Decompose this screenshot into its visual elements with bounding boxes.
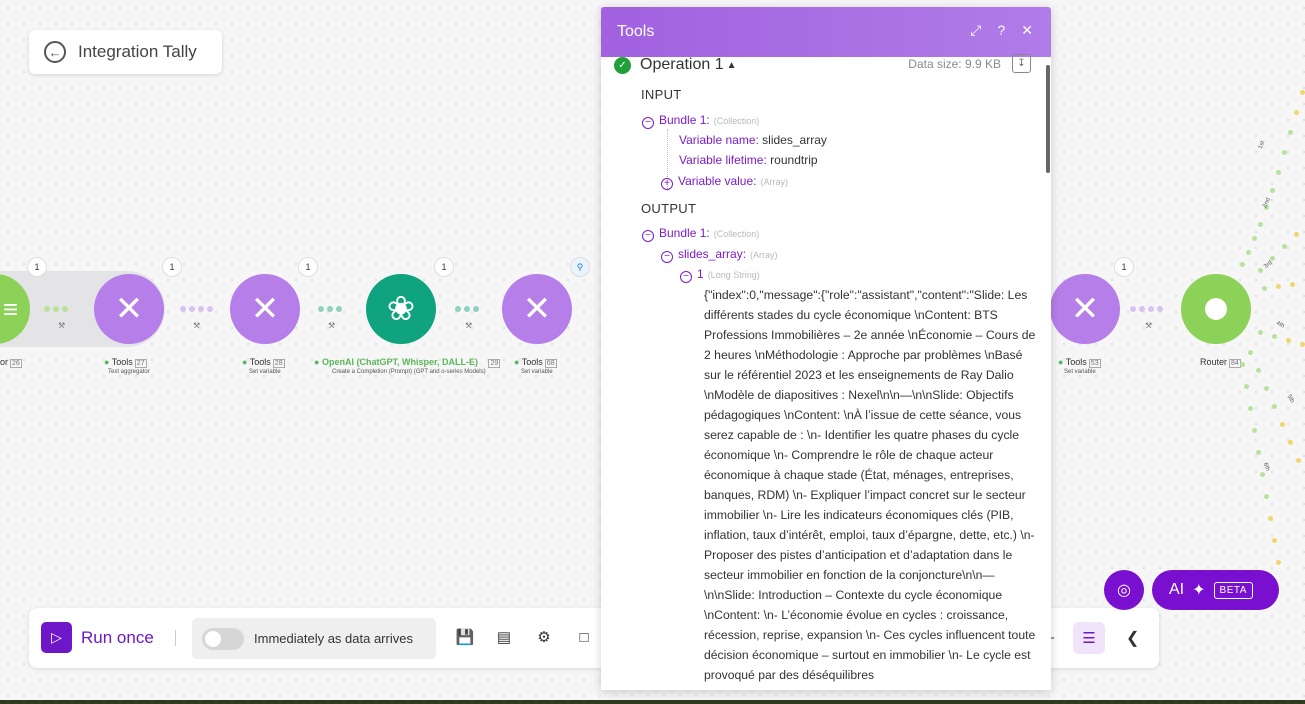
run-once-button[interactable]: ▷ Run once <box>41 622 154 653</box>
tools-node-27[interactable]: ✕ <box>94 274 164 344</box>
close-icon[interactable]: ✕ <box>1021 22 1033 39</box>
node-sublabel: Set variable <box>249 369 281 375</box>
node-label: ● OpenAI (ChatGPT, Whisper, DALL-E) 29 <box>314 357 501 368</box>
check-icon: ✓ <box>614 56 631 74</box>
router-icon <box>1205 298 1227 320</box>
play-icon: ▷ <box>41 622 72 653</box>
connector[interactable] <box>1130 306 1163 312</box>
filter-wrench-icon[interactable]: ⚒ <box>465 321 472 330</box>
lightbulb-icon[interactable]: ◎ <box>1104 570 1144 610</box>
input-heading: INPUT <box>641 87 682 102</box>
node-sublabel: Text aggregator <box>108 369 150 375</box>
collapse-icon[interactable]: − <box>661 251 673 263</box>
slides-array-row[interactable]: − slides_array: (Array) <box>661 247 778 263</box>
schedule-control[interactable]: Immediately as data arrives <box>192 618 436 659</box>
sparkle-icon: ✦ <box>1192 582 1206 599</box>
ops-badge: 1 <box>28 258 46 276</box>
collapse-icon[interactable]: − <box>642 117 654 129</box>
ai-label: AI <box>1169 581 1185 598</box>
ops-badge: 1 <box>299 258 317 276</box>
operation-title: Operation 1 <box>640 56 724 73</box>
node-sublabel: Create a Completion (Prompt) (GPT and o-… <box>332 369 486 375</box>
tools-node-53[interactable]: ✕ <box>1050 274 1120 344</box>
panel-header: Tools ⤢ ? ✕ <box>601 7 1051 57</box>
node-label: Router 84 <box>1200 357 1241 368</box>
var-lifetime-row: Variable lifetime: roundtrip <box>679 153 818 167</box>
back-button[interactable]: ← Integration Tally <box>29 30 222 74</box>
route-label: 2nd <box>1262 197 1272 209</box>
tools-node-68[interactable]: ✕ <box>502 274 572 344</box>
scenario-name: Integration Tally <box>78 42 197 61</box>
node-label: ● Tools 27 <box>104 357 147 368</box>
expand-plus-icon[interactable]: + <box>661 178 673 190</box>
checklist-icon[interactable]: ☰ <box>1073 622 1105 654</box>
collapse-icon[interactable]: − <box>642 230 654 242</box>
panel-body[interactable]: ✓ Operation 1 ▲ Data size: 9.9 KB ↧ INPU… <box>601 54 1051 690</box>
ai-assistant-button[interactable]: AI ✦ BETA <box>1152 570 1279 610</box>
route-label: 4th <box>1275 320 1286 330</box>
route-label: 6th <box>1261 462 1271 472</box>
scrollbar[interactable] <box>1046 65 1050 173</box>
ops-badge: 1 <box>1115 258 1133 276</box>
tools-panel: Tools ⤢ ? ✕ ✓ Operation 1 ▲ Data size: 9… <box>601 7 1051 690</box>
schedule-toggle[interactable] <box>202 627 244 650</box>
divider <box>175 630 176 646</box>
openai-node-29[interactable]: ❀ <box>366 274 436 344</box>
node-label: ● Tools 68 <box>514 357 557 368</box>
filter-wrench-icon[interactable]: ⚒ <box>328 321 335 330</box>
chevron-left-icon[interactable]: ❮ <box>1126 628 1139 648</box>
ops-badge: 1 <box>435 258 453 276</box>
connector[interactable] <box>455 306 479 312</box>
settings-gear-icon[interactable]: ⚙ <box>535 628 553 646</box>
route-label: 3rd <box>1263 259 1274 271</box>
tools-icon: ✕ <box>114 290 144 328</box>
run-once-label: Run once <box>81 627 154 647</box>
filter-wrench-icon[interactable]: ⚒ <box>58 321 65 330</box>
download-icon[interactable]: ↧ <box>1012 54 1031 73</box>
node-label: or 26 <box>0 357 22 368</box>
route-label: 5th <box>1285 393 1295 405</box>
openai-logo-icon: ❀ <box>386 290 416 328</box>
var-value-row[interactable]: + Variable value: (Array) <box>661 174 788 190</box>
panel-title: Tools <box>617 23 655 40</box>
data-size: Data size: 9.9 KB <box>908 57 1001 71</box>
node-sublabel: Set variable <box>1064 369 1096 375</box>
filter-wrench-icon[interactable]: ⚒ <box>1145 321 1152 330</box>
list-icon: ≡ <box>2 293 18 324</box>
node-label: ● Tools 53 <box>1058 357 1101 368</box>
output-heading: OUTPUT <box>641 201 697 216</box>
var-name-row: Variable name: slides_array <box>679 133 827 147</box>
tools-node-28[interactable]: ✕ <box>230 274 300 344</box>
node-label: ● Tools 28 <box>242 357 285 368</box>
tools-icon: ✕ <box>522 290 552 328</box>
router-node-84[interactable] <box>1181 274 1251 344</box>
operation-header[interactable]: ✓ Operation 1 ▲ <box>614 56 737 74</box>
output-bundle-row[interactable]: − Bundle 1: (Collection) <box>642 226 759 242</box>
notes-icon[interactable]: □ <box>575 628 593 646</box>
arrow-left-icon: ← <box>44 41 66 63</box>
filter-wrench-icon[interactable]: ⚒ <box>193 321 200 330</box>
expand-icon[interactable]: ⤢ <box>970 22 981 39</box>
save-icon[interactable]: 💾 <box>456 628 475 646</box>
connector[interactable] <box>318 306 342 312</box>
tools-icon: ✕ <box>250 290 280 328</box>
caret-up-icon: ▲ <box>726 59 737 71</box>
collapse-icon[interactable]: − <box>680 271 692 283</box>
array-item-row[interactable]: −1 (Long String) <box>680 267 760 283</box>
help-icon[interactable]: ? <box>997 22 1005 39</box>
search-icon[interactable]: ⚲ <box>571 258 589 276</box>
auto-align-icon[interactable]: ▤ <box>495 628 513 646</box>
connector[interactable] <box>44 306 68 312</box>
route-label: 1st <box>1257 140 1267 150</box>
node-sublabel: Set variable <box>521 369 553 375</box>
long-string-value: {"index":0,"message":{"role":"assistant"… <box>704 288 1036 682</box>
connector[interactable] <box>180 306 213 312</box>
bottom-strip <box>0 700 1305 704</box>
tools-icon: ✕ <box>1070 290 1100 328</box>
input-bundle-row[interactable]: − Bundle 1: (Collection) <box>642 113 759 129</box>
schedule-label: Immediately as data arrives <box>254 631 413 646</box>
ops-badge: 1 <box>163 258 181 276</box>
beta-badge: BETA <box>1213 581 1253 599</box>
